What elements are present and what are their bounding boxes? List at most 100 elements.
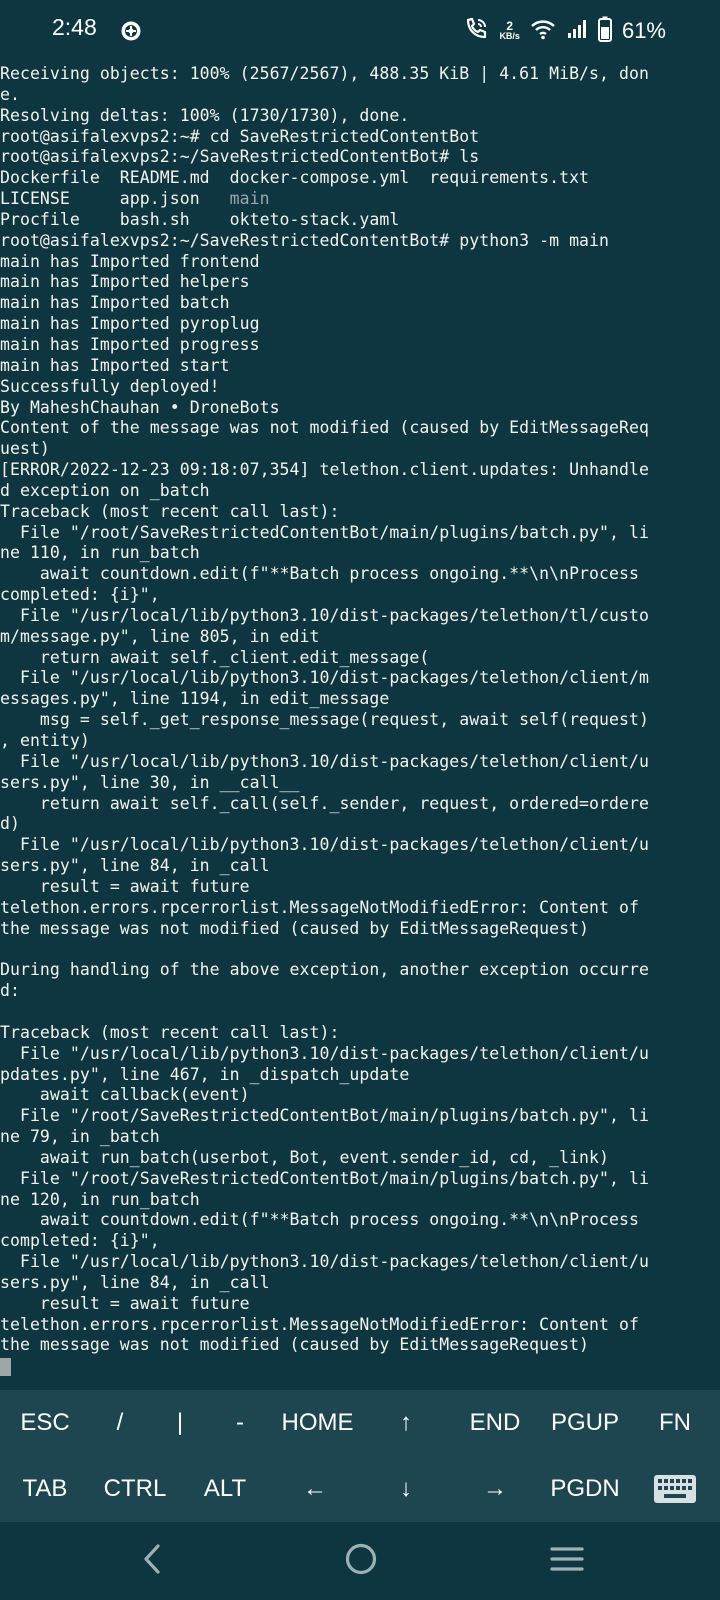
terminal-line: main has Imported progress (0, 334, 260, 354)
extra-keys-row-1: ESC / | - HOME ↑ END PGUP FN (0, 1390, 720, 1456)
terminal-line: main has Imported frontend (0, 251, 260, 271)
status-time: 2:48 (52, 14, 97, 40)
extra-keys-row-2: TAB CTRL ALT ← ↓ → PGDN (0, 1456, 720, 1522)
keyboard-icon (653, 1474, 697, 1504)
back-icon (138, 1542, 166, 1580)
terminal-line: result = await future (0, 876, 250, 896)
terminal-line: File "/usr/local/lib/python3.10/dist-pac… (0, 605, 649, 625)
terminal-line: Procfile bash.sh okteto-stack.yaml (0, 209, 400, 229)
key-right-arrow[interactable]: → (450, 1456, 540, 1522)
terminal-line: File "/root/SaveRestrictedContentBot/mai… (0, 1168, 649, 1188)
terminal-line: File "/root/SaveRestrictedContentBot/mai… (0, 1106, 649, 1126)
terminal-output: Receiving objects: 100% (2567/2567), 488… (0, 64, 720, 1356)
home-icon (344, 1542, 378, 1580)
terminal-line: File "/usr/local/lib/python3.10/dist-pac… (0, 1043, 649, 1063)
extra-keys-bar: ESC / | - HOME ↑ END PGUP FN TAB CTRL AL… (0, 1390, 720, 1522)
terminal-line: main has Imported helpers (0, 272, 250, 292)
terminal-line: d exception on _batch (0, 480, 210, 500)
terminal-view[interactable]: Receiving objects: 100% (2567/2567), 488… (0, 64, 720, 1390)
terminal-line: [ERROR/2022-12-23 09:18:07,354] telethon… (0, 460, 649, 480)
key-up-arrow[interactable]: ↑ (361, 1390, 451, 1456)
terminal-line: result = await future (0, 1293, 250, 1313)
key-fn[interactable]: FN (630, 1390, 720, 1456)
terminal-line: sers.py", line 30, in __call__ (0, 772, 300, 792)
back-button[interactable] (122, 1536, 182, 1586)
signal-icon (566, 18, 588, 44)
terminal-line: telethon.errors.rpcerrorlist.MessageNotM… (0, 897, 639, 917)
terminal-line: await countdown.edit(f"**Batch process o… (0, 564, 639, 584)
terminal-line: sers.py", line 84, in _call (0, 856, 270, 876)
terminal-line: sers.py", line 84, in _call (0, 1272, 270, 1292)
terminal-line: root@asifalexvps2:~# cd SaveRestrictedCo… (0, 126, 480, 146)
terminal-line: d) (0, 814, 20, 834)
key-down-arrow[interactable]: ↓ (361, 1456, 451, 1522)
terminal-line: await countdown.edit(f"**Batch process o… (0, 1210, 639, 1230)
terminal-line: File "/usr/local/lib/python3.10/dist-pac… (0, 668, 649, 688)
recents-icon (549, 1544, 585, 1578)
terminal-line: main has Imported batch (0, 293, 230, 313)
terminal-line: the message was not modified (caused by … (0, 1335, 590, 1355)
terminal-line: pdates.py", line 467, in _dispatch_updat… (0, 1064, 410, 1084)
terminal-line: return await self._call(self._sender, re… (0, 793, 649, 813)
key-alt[interactable]: ALT (180, 1456, 270, 1522)
home-button[interactable] (331, 1536, 391, 1586)
terminal-line: Successfully deployed! (0, 376, 220, 396)
terminal-line: File "/usr/local/lib/python3.10/dist-pac… (0, 751, 649, 771)
terminal-line: completed: {i}", (0, 585, 160, 605)
key-home[interactable]: HOME (270, 1390, 365, 1456)
terminal-line: ne 110, in run_batch (0, 543, 200, 563)
terminal-line: Dockerfile README.md docker-compose.yml … (0, 168, 590, 188)
net-speed-unit: KB/s (499, 31, 520, 41)
terminal-line: root@asifalexvps2:~/SaveRestrictedConten… (0, 230, 610, 250)
terminal-line: root@asifalexvps2:~/SaveRestrictedConten… (0, 147, 480, 167)
terminal-line: d: (0, 981, 20, 1001)
terminal-cursor (0, 1358, 11, 1377)
terminal-line: Receiving objects: 100% (2567/2567), 488… (0, 64, 649, 83)
terminal-line: return await self._client.edit_message( (0, 647, 430, 667)
terminal-line: Content of the message was not modified … (0, 418, 649, 438)
terminal-line: File "/usr/local/lib/python3.10/dist-pac… (0, 1252, 649, 1272)
terminal-line: File "/usr/local/lib/python3.10/dist-pac… (0, 835, 649, 855)
terminal-line: By MaheshChauhan • DroneBots (0, 397, 280, 417)
terminal-line: LICENSE app.json main (0, 189, 270, 209)
directory-entry: main (229, 189, 270, 209)
terminal-line: msg = self._get_response_message(request… (0, 710, 649, 730)
terminal-line: Traceback (most recent call last): (0, 1022, 340, 1042)
terminal-line: ne 120, in run_batch (0, 1189, 200, 1209)
terminal-line: uest) (0, 439, 50, 459)
key-end[interactable]: END (450, 1390, 540, 1456)
recents-button[interactable] (537, 1536, 597, 1586)
wifi-calling-icon (463, 16, 489, 46)
terminal-line: Resolving deltas: 100% (1730/1730), done… (0, 105, 410, 125)
terminal-line: main has Imported pyroplug (0, 314, 260, 334)
key-ctrl[interactable]: CTRL (90, 1456, 180, 1522)
notification-app-icon (120, 20, 142, 42)
terminal-line: await run_batch(userbot, Bot, event.send… (0, 1147, 610, 1167)
terminal-line: telethon.errors.rpcerrorlist.MessageNotM… (0, 1314, 639, 1334)
terminal-line: File "/root/SaveRestrictedContentBot/mai… (0, 522, 649, 542)
net-speed: 2 KB/s (499, 19, 520, 41)
terminal-line: main has Imported start (0, 355, 230, 375)
battery-percent: 61% (621, 18, 666, 43)
key-tab[interactable]: TAB (0, 1456, 90, 1522)
terminal-line: essages.py", line 1194, in edit_message (0, 689, 390, 709)
net-speed-value: 2 (506, 19, 514, 33)
key-pgup[interactable]: PGUP (540, 1390, 630, 1456)
terminal-line: , entity) (0, 731, 90, 750)
keyboard-toggle-button[interactable] (630, 1456, 720, 1522)
wifi-icon (530, 18, 556, 44)
terminal-line: Traceback (most recent call last): (0, 501, 340, 521)
terminal-line: m/message.py", line 805, in edit (0, 626, 320, 646)
key-left-arrow[interactable]: ← (270, 1456, 360, 1522)
battery-icon (597, 16, 612, 46)
terminal-line: e. (0, 84, 20, 104)
terminal-line: the message was not modified (caused by … (0, 918, 590, 938)
terminal-line: ne 79, in _batch (0, 1127, 160, 1147)
terminal-line: completed: {i}", (0, 1231, 160, 1251)
navigation-bar (0, 1522, 720, 1600)
terminal-line: await callback(event) (0, 1085, 250, 1105)
terminal-line: During handling of the above exception, … (0, 960, 649, 980)
key-pgdn[interactable]: PGDN (540, 1456, 630, 1522)
